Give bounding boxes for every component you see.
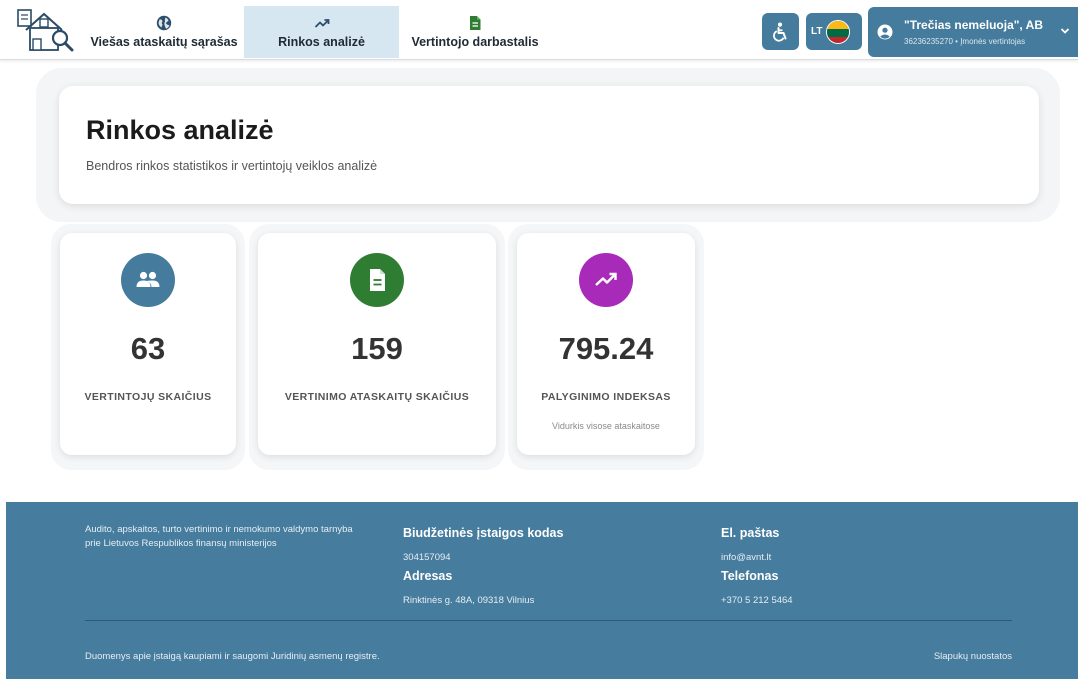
tab-public-reports-label: Viešas ataskaitų sąrašas [90, 35, 238, 49]
user-details: 36236235270 • Įmonės vertintojas [904, 37, 1026, 46]
footer-budget-code-label: Biudžetinės įstaigos kodas [403, 526, 564, 540]
footer-budget-code: 304157094 [403, 552, 451, 563]
stat-icon-circle [579, 253, 633, 307]
stat-icon-circle [350, 253, 404, 307]
footer-organization: Audito, apskaitos, turto vertinimo ir ne… [85, 524, 353, 549]
page-title: Rinkos analizė [86, 115, 274, 145]
footer-divider [85, 620, 1012, 621]
tab-valuer-workspace[interactable]: Vertintojo darbastalis [399, 6, 551, 58]
top-header: Viešas ataskaitų sąrašas Rinkos analizė … [0, 0, 1078, 60]
page-subtitle: Bendros rinkos statistikos ir vertintojų… [86, 159, 378, 173]
lithuania-flag-icon [826, 19, 851, 44]
stat-note-index: Vidurkis visose ataskaitose [552, 421, 660, 431]
tab-public-reports[interactable]: Viešas ataskaitų sąrašas [84, 6, 244, 58]
stat-label-valuers: VERTINTOJŲ SKAIČIUS [84, 391, 212, 403]
users-icon [136, 271, 160, 287]
document-icon [470, 16, 481, 30]
page-footer: Audito, apskaitos, turto vertinimo ir ne… [6, 502, 1078, 679]
stat-label-reports: VERTINIMO ATASKAITŲ SKAIČIUS [284, 391, 470, 403]
stat-card-reports: 159 VERTINIMO ATASKAITŲ SKAIČIUS [258, 233, 496, 455]
stat-card-valuers: 63 VERTINTOJŲ SKAIČIUS [60, 233, 236, 455]
stat-value-index: 795.24 [558, 331, 654, 366]
footer-address-label: Adresas [403, 569, 453, 583]
cookie-settings-link[interactable]: Slapukų nuostatos [934, 651, 1012, 662]
stat-value-reports: 159 [351, 331, 403, 366]
chevron-down-icon [1060, 28, 1070, 34]
footer-email-label: El. paštas [721, 526, 780, 540]
tab-market-analysis-label: Rinkos analizė [278, 35, 365, 49]
trending-up-icon [595, 272, 617, 286]
footer-phone: +370 5 212 5464 [721, 595, 793, 606]
stat-card-index: 795.24 PALYGINIMO INDEKSAS Vidurkis viso… [517, 233, 695, 455]
user-menu-button[interactable]: "Trečias nemeluoja", AB 36236235270 • Įm… [868, 7, 1078, 57]
tab-valuer-workspace-label: Vertintojo darbastalis [411, 35, 539, 49]
page-title-card: Rinkos analizė Bendros rinkos statistiko… [59, 86, 1039, 204]
language-selector[interactable]: LT [806, 13, 862, 50]
footer-registry-note: Duomenys apie įstaigą kaupiami ir saugom… [85, 651, 380, 662]
footer-phone-label: Telefonas [721, 569, 779, 583]
accessibility-icon [772, 22, 786, 42]
footer-email-link[interactable]: info@avnt.lt [721, 552, 771, 563]
tab-market-analysis[interactable]: Rinkos analizė [244, 6, 399, 58]
accessibility-button[interactable] [762, 13, 799, 50]
document-icon [370, 269, 385, 291]
house-search-logo-icon [17, 9, 74, 52]
stat-value-valuers: 63 [130, 331, 166, 366]
stat-icon-circle [121, 253, 175, 307]
trending-up-icon [314, 19, 329, 28]
app-logo[interactable] [16, 6, 76, 54]
user-name: "Trečias nemeluoja", AB [904, 18, 1043, 32]
globe-icon [156, 15, 172, 31]
user-circle-icon [877, 24, 893, 40]
stat-label-index: PALYGINIMO INDEKSAS [541, 391, 671, 403]
footer-address: Rinktinės g. 48A, 09318 Vilnius [403, 595, 535, 606]
language-code: LT [811, 26, 823, 37]
